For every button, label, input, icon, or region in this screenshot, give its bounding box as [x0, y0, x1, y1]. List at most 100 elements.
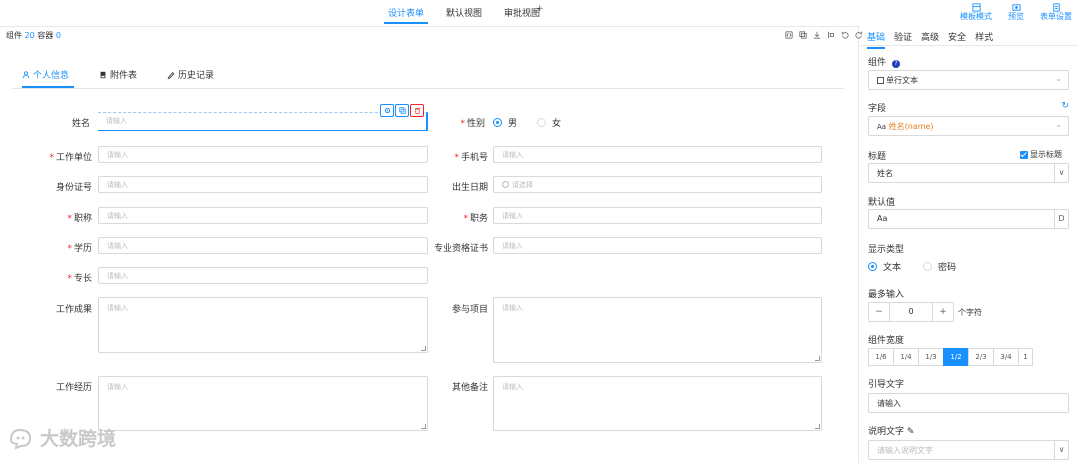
description-text-input[interactable]: 请输入说明文字 ∨ — [868, 440, 1069, 460]
field-value: 姓名(name) — [888, 122, 934, 131]
add-view-button[interactable]: + — [536, 4, 544, 14]
copy-icon — [398, 107, 406, 114]
name-input[interactable]: 请输入 — [98, 112, 428, 131]
form-tab-history-label: 历史记录 — [178, 71, 215, 81]
form-tab-history[interactable]: 历史记录 — [167, 68, 214, 87]
tab-security[interactable]: 安全 — [948, 30, 966, 49]
field-settings-button[interactable] — [380, 104, 394, 117]
achievements-textarea[interactable]: 请输入 — [98, 297, 428, 353]
person-icon — [22, 70, 30, 78]
increment-button[interactable]: + — [933, 303, 953, 321]
display-type-password-radio[interactable]: 密码 — [923, 260, 956, 273]
resize-handle[interactable] — [815, 356, 820, 361]
max-input-unit: 个字符 — [958, 308, 982, 317]
display-type-text-label: 文本 — [883, 263, 902, 273]
text-component-icon — [877, 77, 884, 84]
position-input[interactable]: 请输入 — [493, 207, 822, 224]
help-icon[interactable]: ? — [892, 60, 901, 68]
tab-default-view[interactable]: 默认视图 — [442, 6, 486, 24]
width-option-1-2[interactable]: 1/2 — [943, 348, 969, 366]
tab-basic[interactable]: 基础 — [867, 30, 886, 49]
id-number-input[interactable]: 请输入 — [98, 176, 428, 193]
width-option-1-3[interactable]: 1/3 — [918, 348, 944, 366]
preview-label: 预览 — [1008, 12, 1024, 21]
radio-unchecked-icon — [923, 262, 933, 271]
resize-handle[interactable] — [421, 346, 426, 351]
decrement-button[interactable]: − — [869, 303, 889, 321]
work-unit-input[interactable]: 请输入 — [98, 146, 428, 163]
birth-date-picker[interactable]: 请选择 — [493, 176, 822, 193]
code-icon[interactable] — [785, 31, 793, 39]
gender-female-radio[interactable]: 女 — [537, 116, 561, 129]
title-input[interactable]: 请输入 — [98, 207, 428, 224]
max-input-value[interactable]: 0 — [889, 303, 933, 321]
component-width-label: 组件宽度 — [868, 336, 905, 346]
tab-advanced[interactable]: 高级 — [921, 30, 939, 49]
guide-text-input[interactable]: 请输入 — [868, 393, 1069, 413]
width-option-3-4[interactable]: 3/4 — [993, 348, 1019, 366]
resize-handle[interactable] — [421, 424, 426, 429]
gender-male-label: 男 — [508, 119, 518, 129]
field-delete-button[interactable] — [410, 104, 424, 117]
form-tab-attachment-label: 附件表 — [110, 71, 138, 81]
attachment-icon — [100, 71, 106, 78]
gender-male-radio[interactable]: 男 — [493, 116, 517, 129]
title-language-button[interactable]: ∨ — [1054, 164, 1068, 182]
template-mode-button[interactable]: 模板模式 — [960, 3, 992, 22]
form-tab-personal[interactable]: 个人信息 — [22, 68, 69, 87]
title-label: * 职称 — [67, 214, 92, 224]
form-tabs: 个人信息 附件表 历史记录 — [22, 68, 214, 87]
tab-style[interactable]: 样式 — [975, 30, 993, 49]
undo-icon[interactable] — [841, 31, 849, 39]
specialty-input[interactable]: 请输入 — [98, 267, 428, 284]
form-tab-attachment[interactable]: 附件表 — [99, 68, 137, 87]
field-select[interactable]: Aa 姓名(name) ⌄ — [868, 116, 1069, 136]
refresh-icon[interactable]: ↻ — [1061, 101, 1069, 111]
display-type-label: 显示类型 — [868, 245, 905, 255]
display-type-text-radio[interactable]: 文本 — [868, 260, 901, 273]
default-value-input[interactable]: Aa D — [868, 209, 1069, 229]
education-input[interactable]: 请输入 — [98, 237, 428, 254]
tab-design-form[interactable]: 设计表单 — [384, 6, 429, 24]
projects-textarea[interactable]: 请输入 — [493, 297, 822, 363]
container-label: 容器 — [37, 31, 54, 40]
display-type-radio-group: 文本 密码 — [868, 260, 956, 273]
work-history-textarea[interactable]: 请输入 — [98, 376, 428, 431]
form-settings-button[interactable]: 表单设置 — [1040, 3, 1072, 22]
property-panel-tabs: 基础 验证 高级 安全 样式 — [867, 30, 993, 49]
display-type-password-label: 密码 — [938, 263, 957, 273]
trash-icon — [414, 108, 420, 114]
redo-icon[interactable] — [855, 31, 863, 39]
field-copy-button[interactable] — [395, 104, 409, 117]
preview-button[interactable]: 预览 — [1008, 3, 1024, 22]
default-value-formula-button[interactable]: D — [1054, 210, 1068, 228]
component-select[interactable]: 单行文本 ⌄ — [868, 70, 1069, 90]
component-width-group: 1/6 1/4 1/3 1/2 2/3 3/4 1 — [868, 348, 1033, 366]
align-icon[interactable] — [827, 31, 835, 39]
import-icon[interactable] — [813, 31, 821, 39]
title-prop-value: 姓名 — [877, 169, 893, 178]
description-text-label: 说明文字 ✎ — [868, 427, 915, 437]
width-option-2-3[interactable]: 2/3 — [968, 348, 994, 366]
gender-radio-group: 男 女 — [493, 116, 561, 129]
professional-cert-input[interactable]: 请输入 — [493, 237, 822, 254]
work-history-placeholder: 请输入 — [107, 383, 128, 391]
edit-icon[interactable]: ✎ — [904, 427, 915, 437]
title-prop-label: 标题 — [868, 152, 887, 162]
phone-input[interactable]: 请输入 — [493, 146, 822, 163]
tab-validation[interactable]: 验证 — [894, 30, 912, 49]
projects-label: 参与项目 — [451, 305, 488, 315]
field-type-icon: Aa — [877, 123, 887, 131]
width-option-full[interactable]: 1 — [1018, 348, 1033, 366]
description-language-button[interactable]: ∨ — [1054, 441, 1068, 459]
specialty-label: * 专长 — [67, 274, 92, 284]
other-notes-textarea[interactable]: 请输入 — [493, 376, 822, 431]
resize-handle[interactable] — [815, 424, 820, 429]
width-option-1-6[interactable]: 1/6 — [868, 348, 894, 366]
description-placeholder: 请输入说明文字 — [877, 446, 933, 455]
width-option-1-4[interactable]: 1/4 — [893, 348, 919, 366]
show-title-checkbox[interactable]: 显示标题 — [1020, 149, 1062, 160]
title-prop-input[interactable]: 姓名 ∨ — [868, 163, 1069, 183]
copy-icon[interactable] — [799, 31, 807, 39]
professional-cert-label: 专业资格证书 — [433, 244, 488, 254]
